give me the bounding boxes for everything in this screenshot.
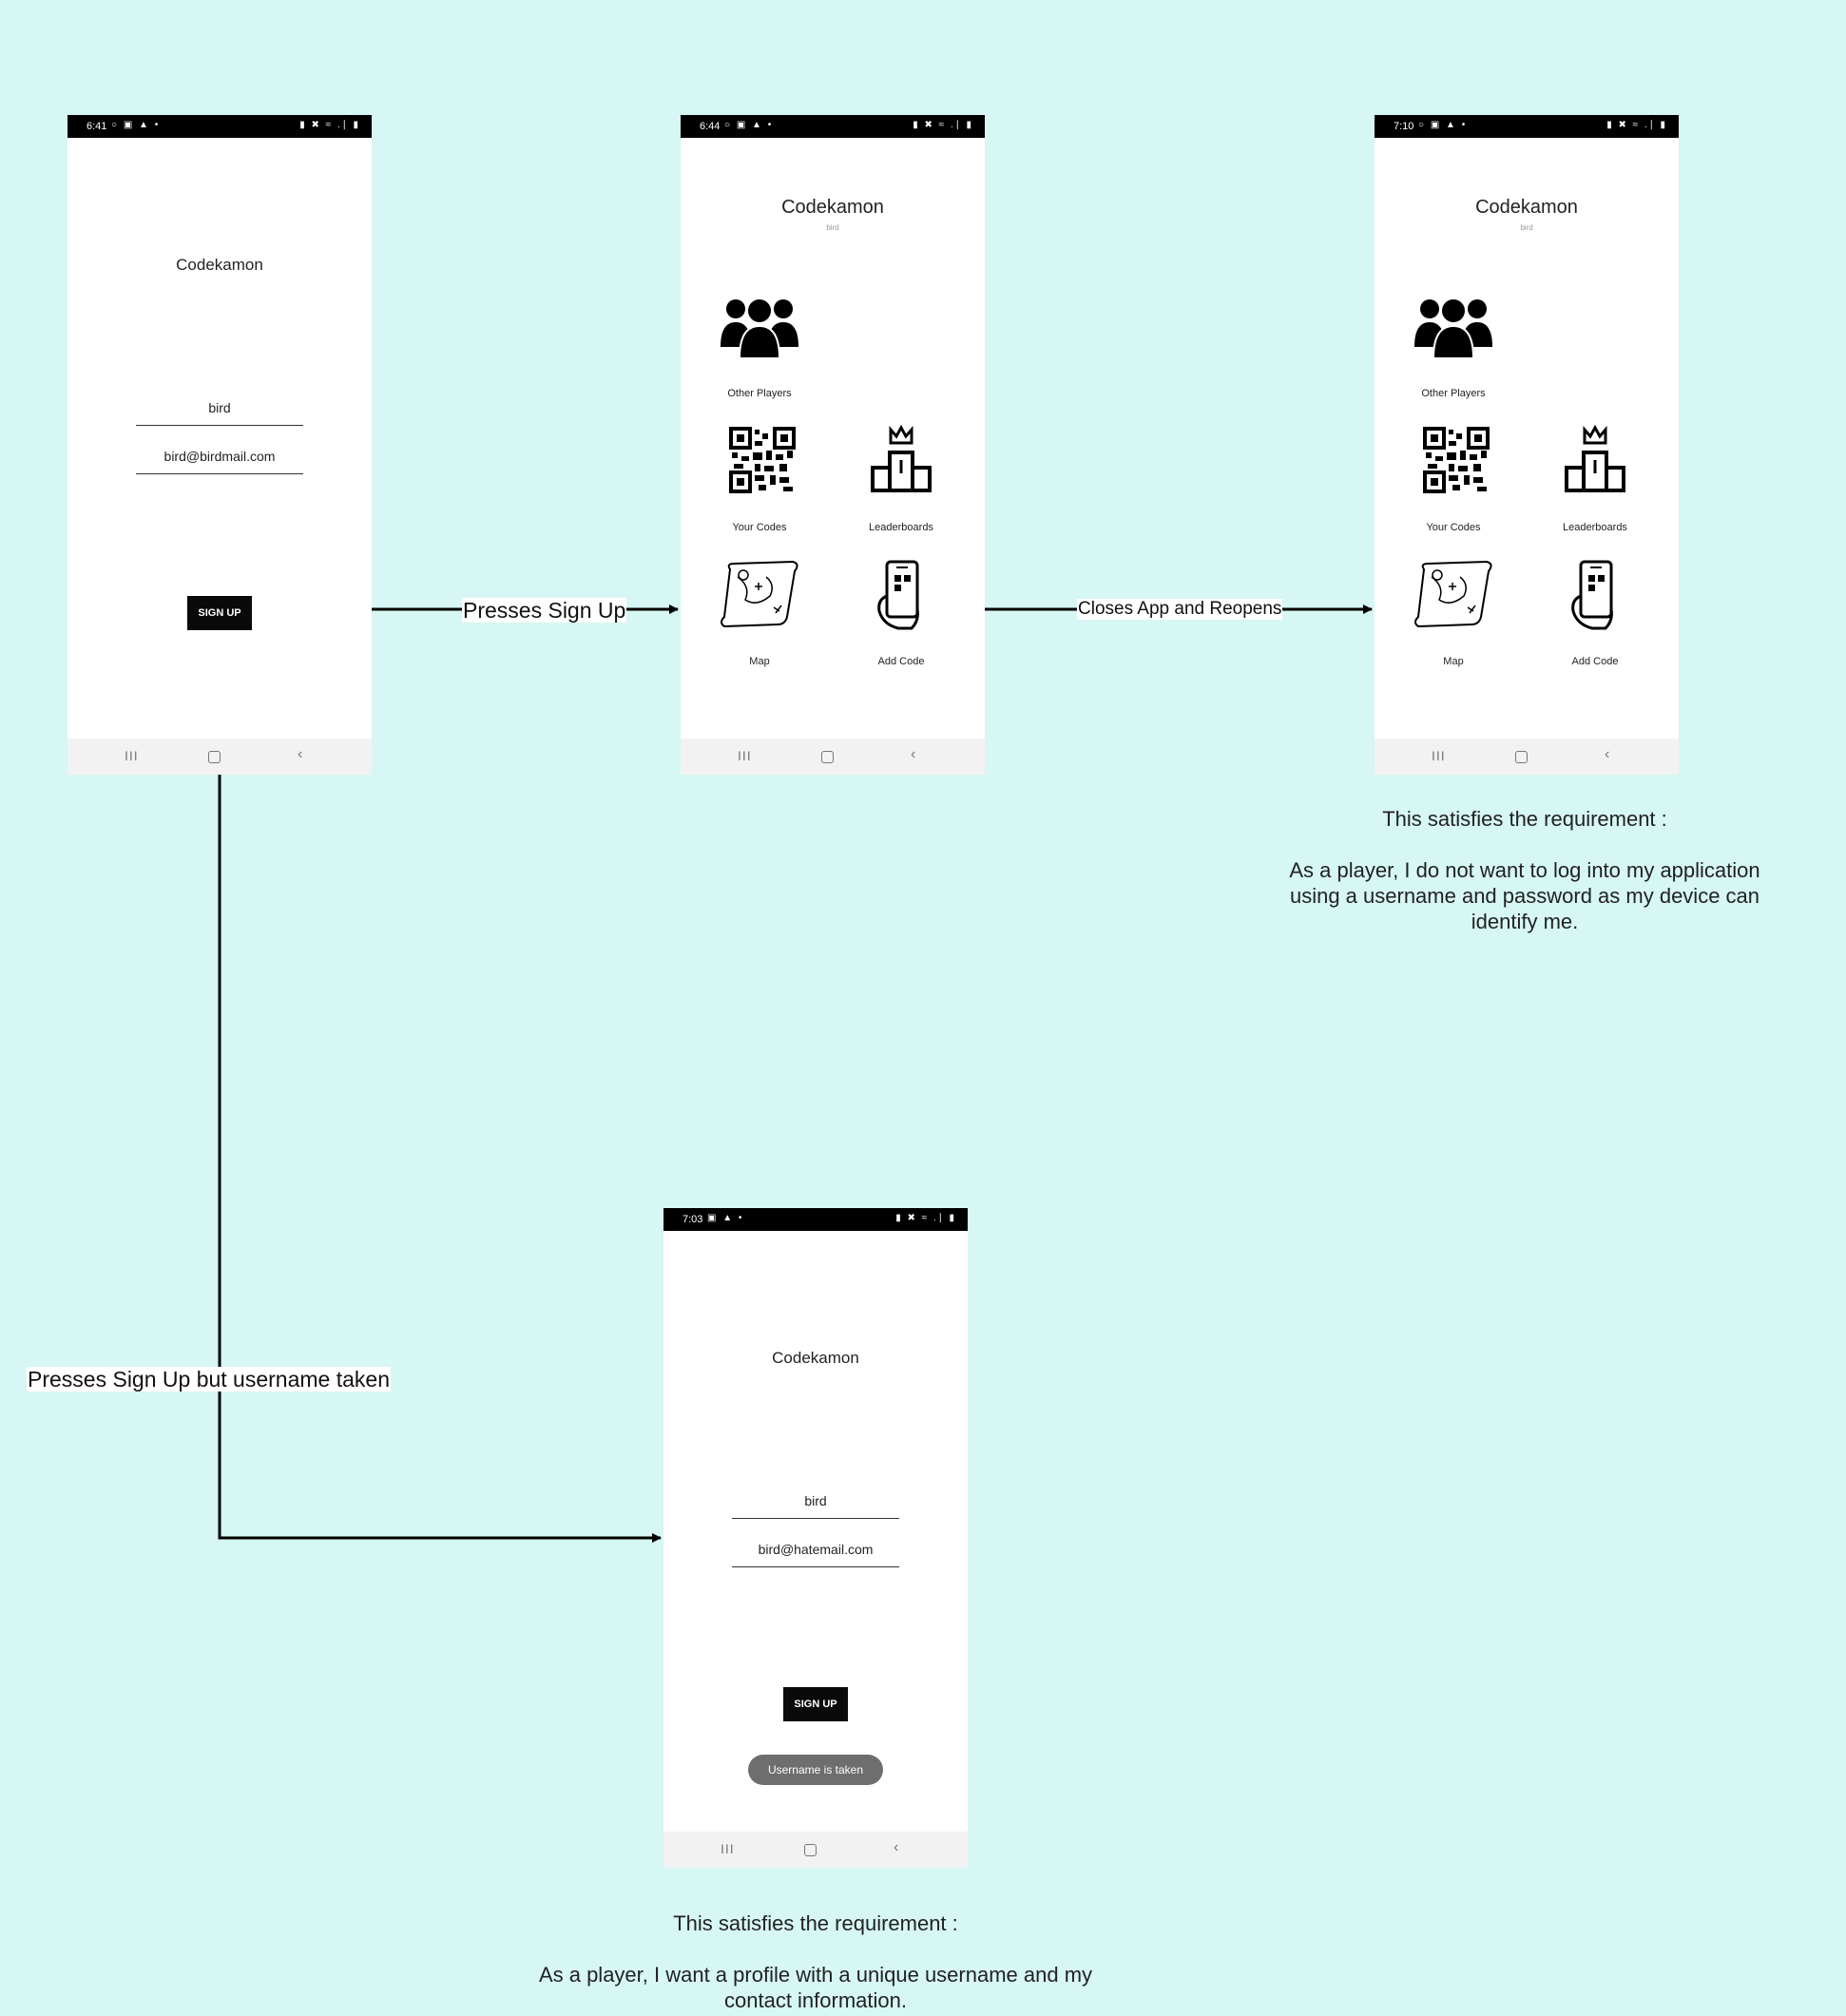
signup-taken-screen: 7:03 ▣ ▲ • ▮ ✖ ≈ .∣ ▮ Codekamon bird bir… xyxy=(663,1208,968,1868)
home-button[interactable] xyxy=(804,1844,817,1856)
status-time: 7:03 xyxy=(683,1214,703,1225)
status-bar: 6:44 ○ ▣ ▲ • ▮ ✖ ≈ .∣ ▮ xyxy=(681,115,985,138)
leaderboard-icon[interactable] xyxy=(1552,424,1638,500)
status-time: 6:44 xyxy=(700,121,721,132)
players-icon[interactable] xyxy=(717,288,802,364)
back-button[interactable]: ‹ xyxy=(894,1839,898,1856)
username-subtitle: bird xyxy=(826,223,839,232)
email-field[interactable]: bird@birdmail.com xyxy=(136,439,303,474)
recents-button[interactable]: III xyxy=(738,748,752,763)
status-icons-left: ○ ▣ ▲ • xyxy=(1418,120,1468,130)
phone-scan-icon[interactable] xyxy=(1552,558,1638,634)
sign-up-button[interactable]: SIGN UP xyxy=(783,1687,848,1721)
status-icons-left: ○ ▣ ▲ • xyxy=(724,120,774,130)
tile-label-other-players[interactable]: Other Players xyxy=(693,388,826,399)
transition-label-username-taken: Presses Sign Up but username taken xyxy=(27,1367,391,1392)
transition-label-sign-up: Presses Sign Up xyxy=(462,598,627,623)
home-screen: 6:44 ○ ▣ ▲ • ▮ ✖ ≈ .∣ ▮ Codekamon bird O… xyxy=(681,115,985,775)
recents-button[interactable]: III xyxy=(125,748,139,763)
requirement-heading: This satisfies the requirement : xyxy=(673,1911,958,1935)
phone-scan-icon[interactable] xyxy=(858,558,944,634)
username-taken-toast: Username is taken xyxy=(748,1755,883,1785)
back-button[interactable]: ‹ xyxy=(911,746,915,763)
tile-label-your-codes[interactable]: Your Codes xyxy=(1387,522,1520,533)
transition-label-reopen: Closes App and Reopens xyxy=(1077,599,1283,620)
leaderboard-icon[interactable] xyxy=(858,424,944,500)
recents-button[interactable]: III xyxy=(1432,748,1446,763)
signup-screen: 6:41 ○ ▣ ▲ • ▮ ✖ ≈ .∣ ▮ Codekamon bird b… xyxy=(67,115,372,775)
tile-label-map[interactable]: Map xyxy=(693,656,826,667)
tile-label-leaderboards[interactable]: Leaderboards xyxy=(835,522,968,533)
back-button[interactable]: ‹ xyxy=(1605,746,1609,763)
tile-label-add-code[interactable]: Add Code xyxy=(1529,656,1662,667)
nav-bar: III ‹ xyxy=(1375,739,1679,775)
nav-bar: III ‹ xyxy=(663,1832,968,1868)
username-subtitle: bird xyxy=(1520,223,1533,232)
home-button[interactable] xyxy=(1515,751,1528,763)
recents-button[interactable]: III xyxy=(721,1841,735,1856)
home-screen-reopened: 7:10 ○ ▣ ▲ • ▮ ✖ ≈ .∣ ▮ Codekamon bird O… xyxy=(1375,115,1679,775)
requirement-body: As a player, I want a profile with a uni… xyxy=(538,1963,1093,2012)
map-scroll-icon[interactable] xyxy=(717,558,802,634)
tile-label-your-codes[interactable]: Your Codes xyxy=(693,522,826,533)
nav-bar: III ‹ xyxy=(67,739,372,775)
app-title: Codekamon xyxy=(781,197,884,218)
app-title: Codekamon xyxy=(176,256,263,274)
status-icons-right: ▮ ✖ ≈ .∣ ▮ xyxy=(913,120,973,130)
requirement-note-device-login: This satisfies the requirement : As a pl… xyxy=(1264,806,1785,934)
status-bar: 6:41 ○ ▣ ▲ • ▮ ✖ ≈ .∣ ▮ xyxy=(67,115,372,138)
status-icons-right: ▮ ✖ ≈ .∣ ▮ xyxy=(299,120,360,130)
status-time: 6:41 xyxy=(87,121,107,132)
map-scroll-icon[interactable] xyxy=(1411,558,1496,634)
app-title: Codekamon xyxy=(772,1349,859,1367)
home-button[interactable] xyxy=(208,751,221,763)
back-button[interactable]: ‹ xyxy=(298,746,302,763)
username-field[interactable]: bird xyxy=(136,391,303,426)
qr-code-icon[interactable] xyxy=(717,424,802,500)
requirement-body: As a player, I do not want to log into m… xyxy=(1289,858,1760,933)
requirement-note-unique-username: This satisfies the requirement : As a pl… xyxy=(513,1910,1118,2013)
username-field[interactable]: bird xyxy=(732,1484,899,1519)
sign-up-button[interactable]: SIGN UP xyxy=(187,596,252,630)
tile-label-map[interactable]: Map xyxy=(1387,656,1520,667)
requirement-heading: This satisfies the requirement : xyxy=(1382,807,1667,831)
tile-label-add-code[interactable]: Add Code xyxy=(835,656,968,667)
tile-label-other-players[interactable]: Other Players xyxy=(1387,388,1520,399)
email-field[interactable]: bird@hatemail.com xyxy=(732,1532,899,1567)
status-icons-left: ▣ ▲ • xyxy=(707,1213,744,1223)
status-bar: 7:03 ▣ ▲ • ▮ ✖ ≈ .∣ ▮ xyxy=(663,1208,968,1231)
status-bar: 7:10 ○ ▣ ▲ • ▮ ✖ ≈ .∣ ▮ xyxy=(1375,115,1679,138)
status-time: 7:10 xyxy=(1394,121,1414,132)
tile-label-leaderboards[interactable]: Leaderboards xyxy=(1529,522,1662,533)
status-icons-left: ○ ▣ ▲ • xyxy=(111,120,161,130)
status-icons-right: ▮ ✖ ≈ .∣ ▮ xyxy=(1606,120,1667,130)
app-title: Codekamon xyxy=(1475,197,1578,218)
nav-bar: III ‹ xyxy=(681,739,985,775)
status-icons-right: ▮ ✖ ≈ .∣ ▮ xyxy=(895,1213,956,1223)
home-button[interactable] xyxy=(821,751,834,763)
arrow-signup-to-taken xyxy=(218,775,662,1543)
qr-code-icon[interactable] xyxy=(1411,424,1496,500)
players-icon[interactable] xyxy=(1411,288,1496,364)
